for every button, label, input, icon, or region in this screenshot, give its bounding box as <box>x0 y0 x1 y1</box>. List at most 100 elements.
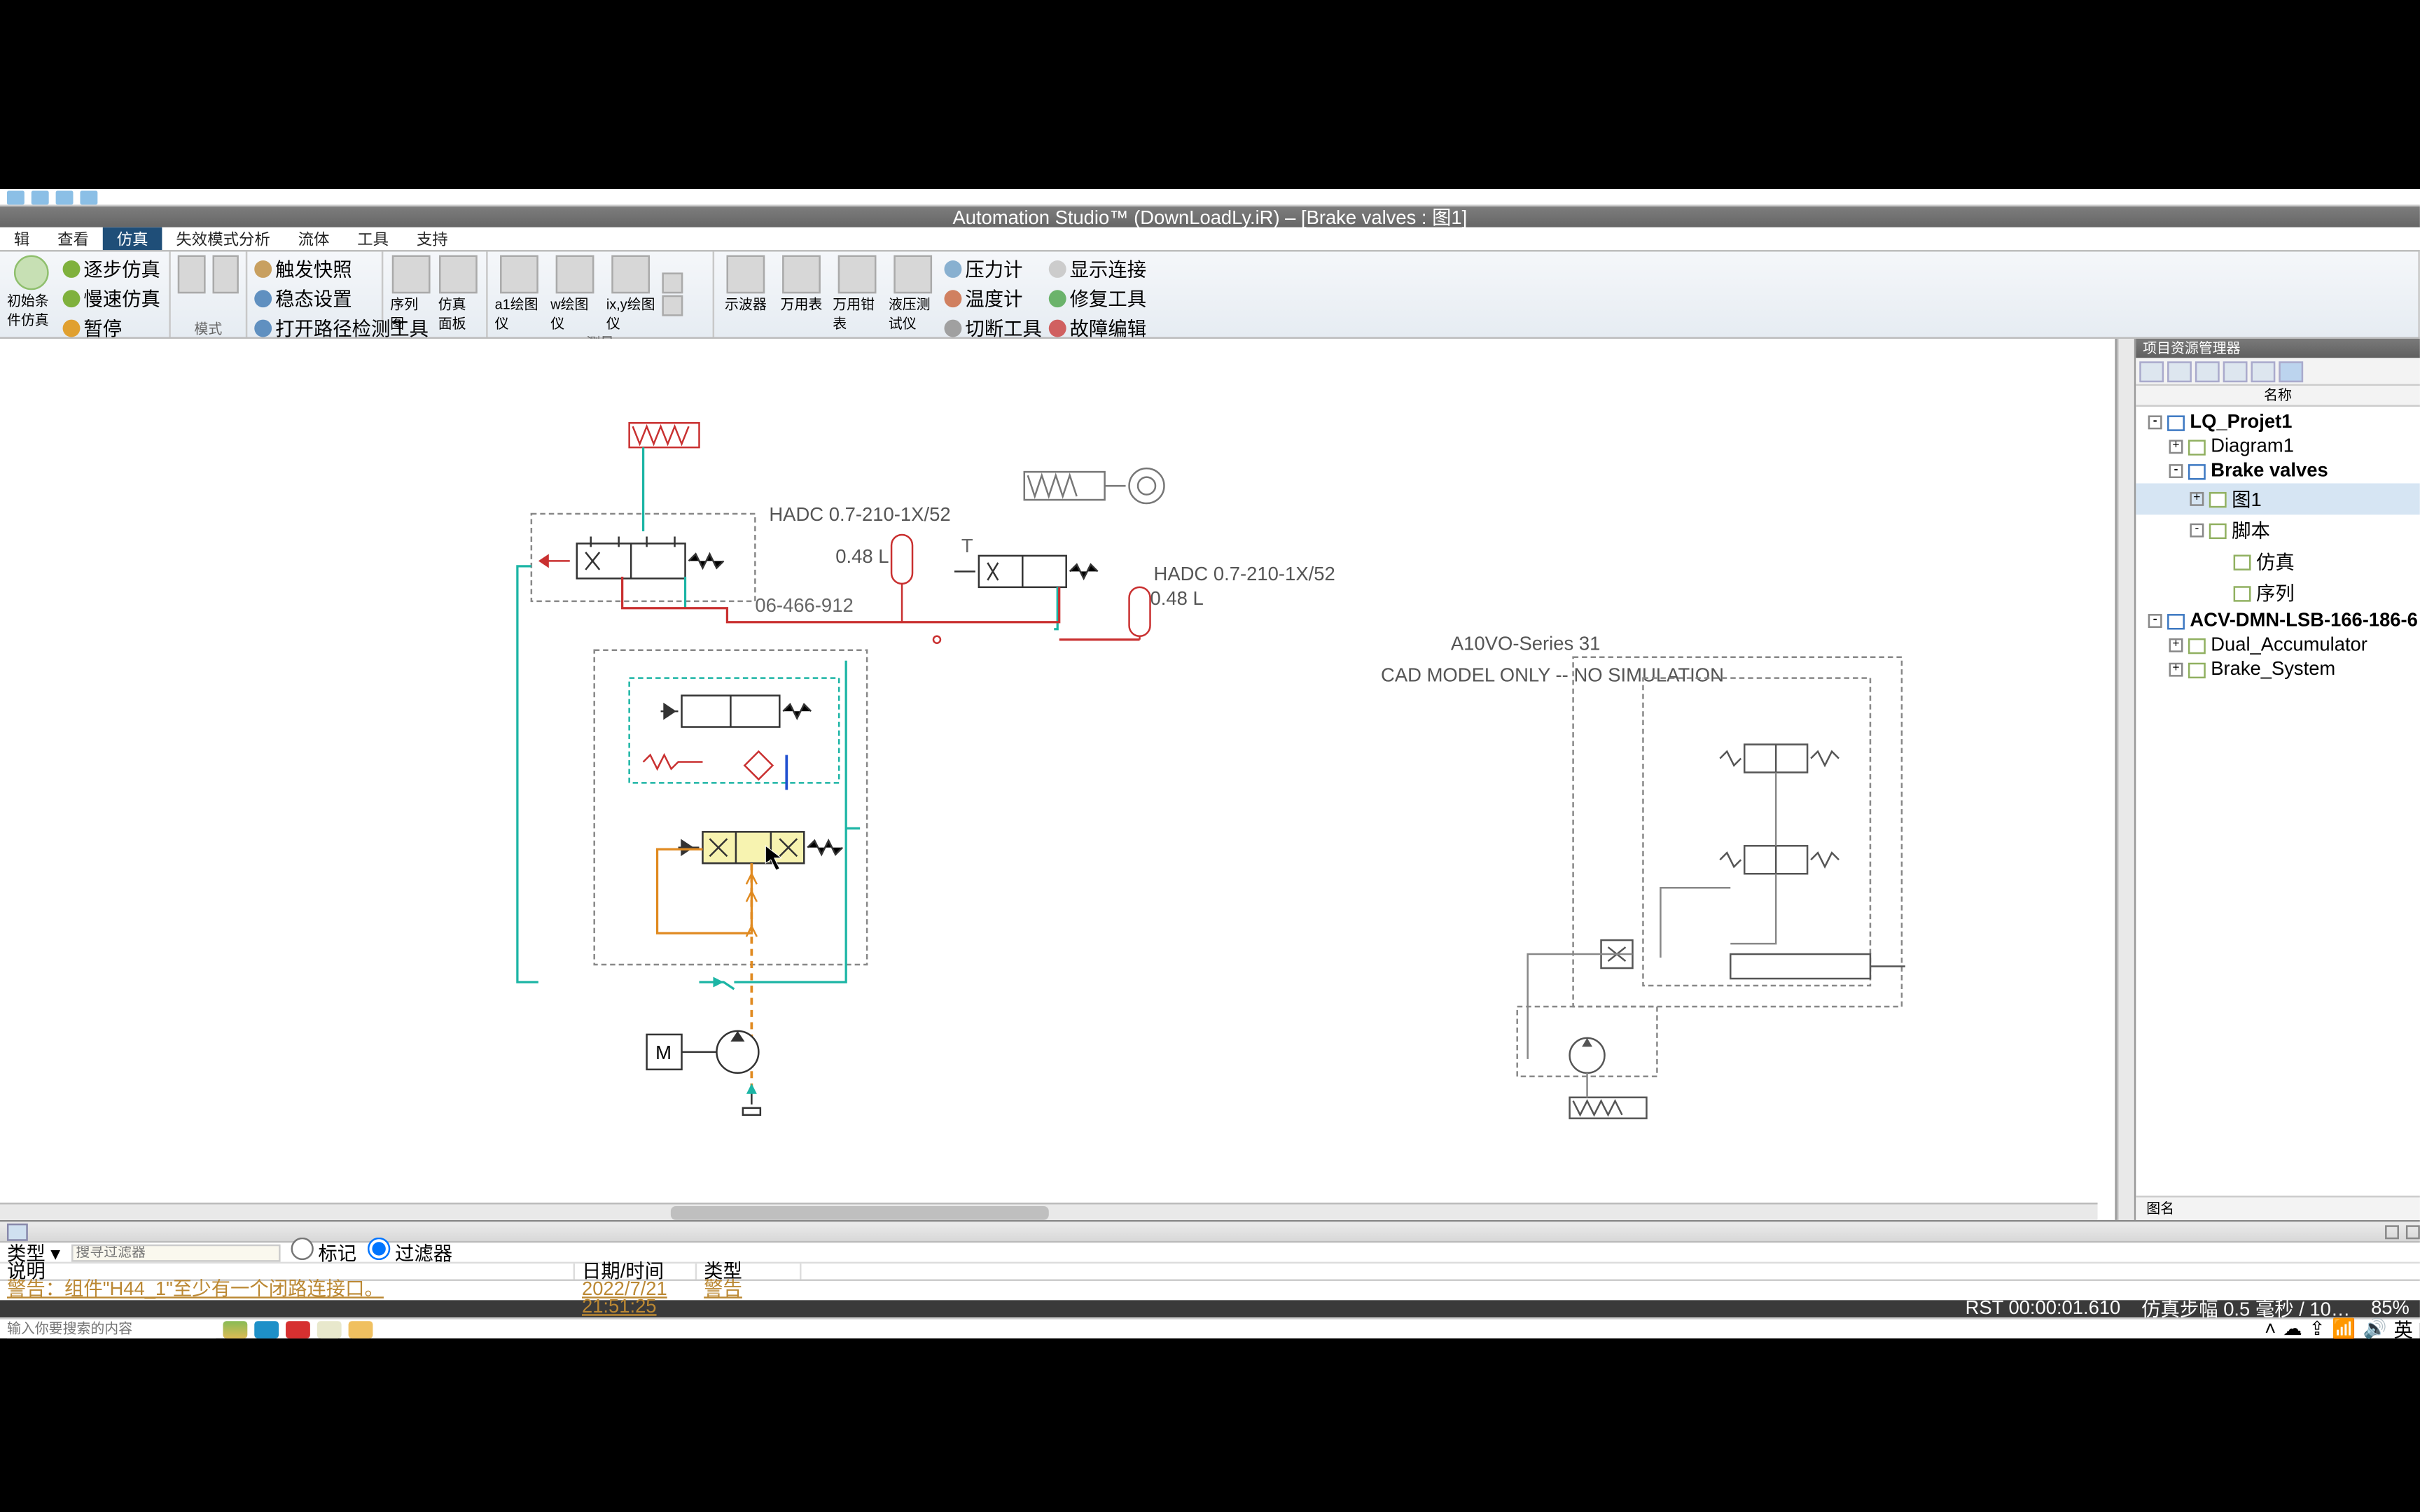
message-toolbar[interactable] <box>0 1222 2420 1242</box>
tree-item[interactable]: -脚本 <box>2136 514 2420 546</box>
qa-icon[interactable] <box>80 190 97 204</box>
radio-tag[interactable]: 标记 <box>290 1238 356 1267</box>
panel-view-btn[interactable] <box>2251 361 2275 382</box>
tree-item[interactable]: 序列 <box>2136 578 2420 609</box>
log-dt: 2022/7/21 21:51:25 <box>575 1281 697 1298</box>
tree-label: LQ_Projet1 <box>2190 412 2292 433</box>
tree-twisty[interactable]: - <box>2190 524 2204 538</box>
scissor-icon <box>944 320 961 337</box>
horizontal-scrollbar[interactable] <box>0 1203 2098 1220</box>
tree-item[interactable]: -Brake valves <box>2136 459 2420 484</box>
system-tray[interactable]: ˄ ☁ ⇪ 📶 🔊 英 <box>2265 1315 2413 1343</box>
tab-view[interactable]: 查看 <box>43 227 103 250</box>
taskbar-explorer-icon[interactable] <box>349 1320 373 1338</box>
taskbar-app-icon[interactable] <box>317 1320 342 1338</box>
log-search-input[interactable] <box>71 1243 280 1261</box>
hyd-tester-button[interactable]: 液压测试仪 <box>889 255 938 342</box>
multimeter-button[interactable]: 万用表 <box>777 255 826 342</box>
svg-text:T: T <box>961 535 973 556</box>
tree-item[interactable]: 仿真 <box>2136 546 2420 578</box>
tree-item[interactable]: +Dual_Accumulator <box>2136 633 2420 657</box>
fault-icon <box>1049 320 1066 337</box>
tree-item[interactable]: +Diagram1 <box>2136 435 2420 459</box>
path-icon <box>254 320 272 337</box>
os-taskbar[interactable]: ˄ ☁ ⇪ 📶 🔊 英 <box>0 1317 2420 1338</box>
panel-close-button[interactable] <box>2406 1224 2420 1238</box>
panel-view-btn[interactable] <box>2195 361 2220 382</box>
tree-twisty[interactable]: + <box>2169 663 2183 677</box>
tray-ime[interactable]: 英 <box>2394 1315 2413 1343</box>
tab-support[interactable]: 支持 <box>403 227 462 250</box>
a1-plotter-button[interactable]: a1绘图仪 <box>495 255 544 334</box>
tree-item[interactable]: +图1 <box>2136 483 2420 514</box>
os-search-input[interactable] <box>7 1320 216 1338</box>
log-col-dt[interactable]: 日期/时间 <box>575 1264 697 1279</box>
tree-twisty[interactable]: - <box>2148 415 2162 429</box>
log-col-type[interactable]: 类型 <box>697 1264 801 1279</box>
pressure-button[interactable]: 压力计 <box>944 255 1041 284</box>
tree-item[interactable]: -ACV-DMN-LSB-166-186-6 <box>2136 609 2420 634</box>
project-tree[interactable]: - LQ_Projet1+Diagram1-Brake valves+图1-脚本仿… <box>2136 407 2420 1196</box>
tree-item[interactable]: - LQ_Projet1 <box>2136 410 2420 435</box>
taskbar-edge-icon[interactable] <box>254 1320 279 1338</box>
radio-filter[interactable]: 过滤器 <box>367 1238 452 1267</box>
measure-icon[interactable] <box>662 295 683 316</box>
tree-item[interactable]: +Brake_System <box>2136 657 2420 682</box>
panel-min-button[interactable] <box>2385 1224 2399 1238</box>
tree-column-header[interactable]: 名称 <box>2136 386 2420 407</box>
thermo-button[interactable]: 温度计 <box>944 285 1041 313</box>
repair-button[interactable]: 修复工具 <box>1049 285 1146 313</box>
panel-footer: 图名 <box>2136 1196 2420 1220</box>
measure-icon[interactable] <box>662 272 683 293</box>
w-plotter-button[interactable]: w绘图仪 <box>550 255 599 334</box>
panel-toolbar[interactable] <box>2136 358 2420 386</box>
log-col-msg[interactable]: 说明 <box>0 1264 575 1279</box>
tab-fluid[interactable]: 流体 <box>284 227 344 250</box>
ribbon: 初始条件仿真 逐步仿真 慢速仿真 暂停 控制 模式 触发快照 稳态设置 打开路径… <box>0 252 2420 339</box>
log-row[interactable]: 警告：组件"H44_1"至少有一个闭路连接口。 2022/7/21 21:51:… <box>0 1281 2420 1298</box>
qa-icon[interactable] <box>32 190 49 204</box>
tab-simulation[interactable]: 仿真 <box>103 227 162 250</box>
panel-view-btn[interactable] <box>2167 361 2192 382</box>
tray-net-icon[interactable]: 📶 <box>2332 1317 2356 1340</box>
taskbar-app-icon[interactable] <box>223 1320 247 1338</box>
taskbar-app-icon[interactable] <box>286 1320 310 1338</box>
tab-edit[interactable]: 辑 <box>0 227 43 250</box>
slow-sim-button[interactable]: 慢速仿真 <box>63 285 160 313</box>
tree-twisty[interactable]: + <box>2190 492 2204 506</box>
sequence-button[interactable]: 序列图 <box>390 255 431 334</box>
mode-icon[interactable] <box>178 255 205 294</box>
log-header-row[interactable]: 说明 日期/时间 类型 <box>0 1264 2420 1281</box>
label-partno: 06-466-912 <box>755 594 853 616</box>
diagram-icon <box>2188 662 2206 677</box>
panel-view-btn-active[interactable] <box>2279 361 2303 382</box>
tab-tools[interactable]: 工具 <box>343 227 403 250</box>
xy-plotter-button[interactable]: ix,y绘图仪 <box>606 255 655 334</box>
sim-panel-button[interactable]: 仿真面板 <box>438 255 479 334</box>
canvas[interactable]: HADC 0.7-210-1X/52 0.48 L T HADC 0.7-210… <box>0 339 2117 1220</box>
tray-cloud-icon[interactable]: ☁ <box>2283 1317 2302 1340</box>
step-sim-button[interactable]: 逐步仿真 <box>63 255 160 284</box>
panel-view-btn[interactable] <box>2223 361 2248 382</box>
menu-bar[interactable]: 辑 查看 仿真 失效模式分析 流体 工具 支持 <box>0 227 2420 252</box>
tree-label: 仿真 <box>2256 548 2295 576</box>
qa-icon[interactable] <box>56 190 74 204</box>
tray-usb-icon[interactable]: ⇪ <box>2309 1317 2325 1340</box>
panel-view-btn[interactable] <box>2139 361 2164 382</box>
tree-twisty[interactable]: + <box>2169 440 2183 454</box>
tree-twisty[interactable]: - <box>2148 614 2162 628</box>
initial-sim-button[interactable]: 初始条件仿真 <box>7 255 56 342</box>
log-icon[interactable] <box>7 1223 28 1240</box>
tray-vol-icon[interactable]: 🔊 <box>2363 1317 2386 1340</box>
tray-chevron-icon[interactable]: ˄ <box>2265 1318 2276 1339</box>
mode-icon-2[interactable] <box>211 255 239 294</box>
tab-failure-mode[interactable]: 失效模式分析 <box>162 227 284 250</box>
clampmeter-button[interactable]: 万用钳表 <box>833 255 882 342</box>
showconn-button[interactable]: 显示连接 <box>1049 255 1146 284</box>
tree-twisty[interactable]: - <box>2169 464 2183 478</box>
oscilloscope-button[interactable]: 示波器 <box>721 255 770 342</box>
tree-twisty[interactable]: + <box>2169 638 2183 652</box>
thermo-icon <box>944 290 961 307</box>
qa-icon[interactable] <box>7 190 25 204</box>
vertical-scrollbar[interactable] <box>2117 339 2134 1220</box>
